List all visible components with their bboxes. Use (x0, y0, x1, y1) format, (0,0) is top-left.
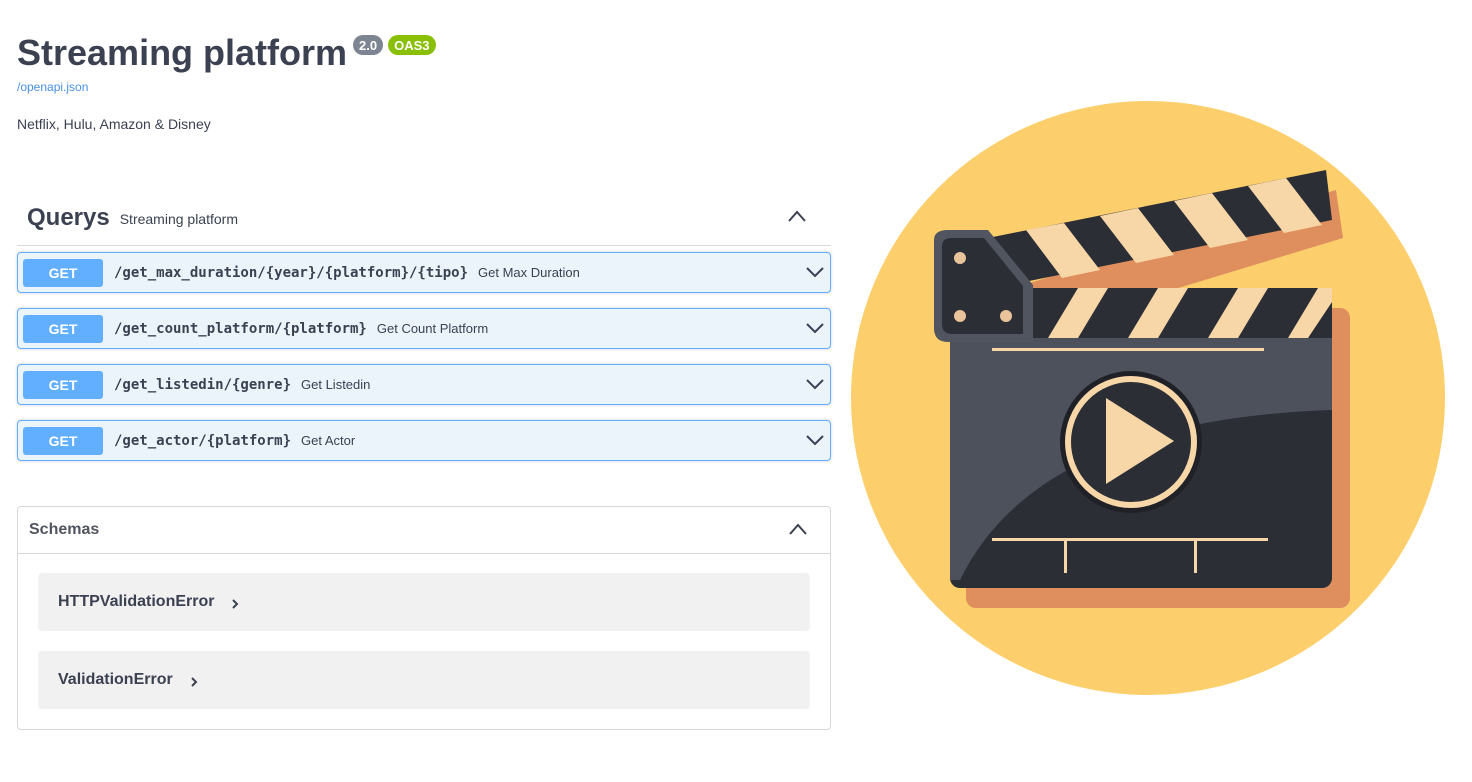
operation-get-max-duration[interactable]: GET /get_max_duration/{year}/{platform}/… (17, 252, 831, 293)
rivet (954, 310, 966, 322)
tag-name: Querys (27, 203, 110, 231)
schemas-header[interactable]: Schemas (18, 507, 830, 554)
method-badge: GET (23, 258, 103, 287)
version-badge: 2.0 (353, 35, 384, 55)
clapper-tick (1064, 541, 1067, 573)
openapi-spec-link[interactable]: /openapi.json (17, 80, 88, 94)
operation-get-listedin[interactable]: GET /get_listedin/{genre} Get Listedin (17, 364, 831, 405)
operation-path: /get_actor/{platform} (114, 432, 292, 449)
page-title: Streaming platform (17, 32, 348, 73)
operation-path: /get_max_duration/{year}/{platform}/{tip… (114, 264, 469, 281)
chevron-down-icon[interactable] (806, 378, 824, 390)
method-badge: GET (23, 426, 103, 455)
rivet (1000, 310, 1012, 322)
tag-header[interactable]: Querys Streaming platform (17, 190, 831, 246)
chevron-up-icon[interactable] (788, 522, 808, 536)
clapper-tick (1194, 541, 1197, 573)
operation-summary: Get Count Platform (376, 321, 489, 336)
chevron-right-icon[interactable] (230, 598, 240, 610)
operation-path: /get_count_platform/{platform} (114, 320, 367, 337)
schema-name: ValidationError (58, 671, 173, 688)
operation-summary: Get Max Duration (478, 265, 580, 280)
rivet (954, 252, 966, 264)
schema-item-httpvalidationerror[interactable]: HTTPValidationError (38, 573, 810, 631)
operation-get-count-platform[interactable]: GET /get_count_platform/{platform} Get C… (17, 308, 831, 349)
schema-name: HTTPValidationError (58, 593, 215, 610)
clapperboard-play-illustration (851, 101, 1445, 695)
tag-description: Streaming platform (119, 210, 238, 227)
operation-summary: Get Actor (301, 433, 356, 448)
oas-badge: OAS3 (388, 35, 436, 55)
schemas-title: Schemas (29, 521, 100, 538)
schema-item-validationerror[interactable]: ValidationError (38, 651, 810, 709)
method-badge: GET (23, 314, 103, 343)
operation-get-actor[interactable]: GET /get_actor/{platform} Get Actor (17, 420, 831, 461)
title-row: Streaming platform 2.0 OAS3 (17, 30, 436, 76)
chevron-down-icon[interactable] (806, 322, 824, 334)
operation-summary: Get Listedin (301, 377, 371, 392)
chevron-right-icon[interactable] (189, 676, 199, 688)
clapper-bottom-line (992, 538, 1268, 541)
chevron-up-icon[interactable] (787, 209, 807, 223)
api-description: Netflix, Hulu, Amazon & Disney (17, 116, 211, 132)
clapper-line (992, 348, 1264, 351)
tag-section-querys: Querys Streaming platform (17, 190, 831, 246)
operation-path: /get_listedin/{genre} (114, 376, 292, 393)
chevron-down-icon[interactable] (806, 266, 824, 278)
method-badge: GET (23, 370, 103, 399)
schemas-section: Schemas HTTPValidationError ValidationEr… (17, 506, 831, 730)
chevron-down-icon[interactable] (806, 434, 824, 446)
